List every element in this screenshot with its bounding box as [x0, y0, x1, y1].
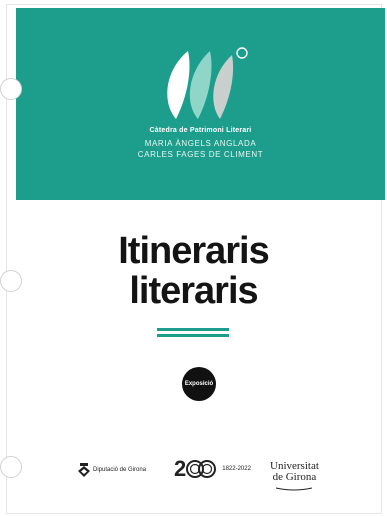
title-line-2: literaris	[129, 270, 258, 312]
chair-person-1: MARIA ÀNGELS ANGLADA	[144, 139, 257, 148]
anniversary-logo: 2 1822-2022	[174, 458, 251, 480]
binder-hole-bottom	[0, 456, 22, 478]
udg-swoosh-icon	[276, 487, 313, 491]
chair-name: Càtedra de Patrimoni Literari	[149, 127, 252, 134]
udg-line-2: de Girona	[272, 471, 317, 483]
chair-person-2: CARLES FAGES DE CLIMENT	[137, 150, 264, 159]
diputacio-label: Diputació de Girona	[93, 467, 147, 473]
title-underline-1	[157, 328, 229, 331]
exhibition-badge: Exposició	[182, 367, 216, 401]
anniversary-rings-icon	[186, 460, 217, 478]
anniversary-number: 2	[174, 456, 187, 481]
anniversary-years: 1822-2022	[222, 466, 251, 472]
diputacio-logo: Diputació de Girona	[78, 463, 146, 477]
badge-label: Exposició	[184, 381, 214, 387]
title-underline-2	[157, 334, 229, 337]
header-banner: Càtedra de Patrimoni Literari MARIA ÀNGE…	[16, 8, 385, 200]
title-line-1: Itineraris	[118, 230, 270, 272]
udg-logo: Universitat de Girona	[270, 461, 319, 491]
page-title: Itineraris literaris	[0, 231, 387, 311]
three-trees-logo-icon	[167, 47, 248, 119]
diputacio-emblem-icon	[78, 463, 90, 477]
cover-page: Càtedra de Patrimoni Literari MARIA ÀNGE…	[0, 0, 387, 517]
binder-hole-top	[0, 78, 22, 100]
